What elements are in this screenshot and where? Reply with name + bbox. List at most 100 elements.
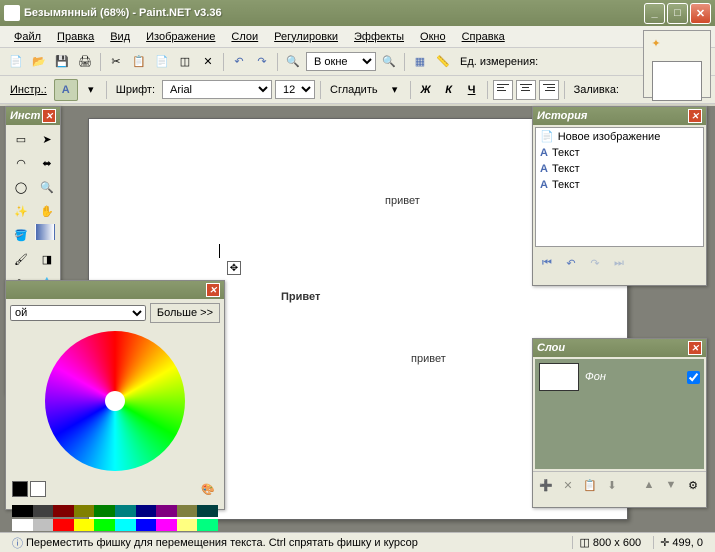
crop-button[interactable]: ◫ bbox=[175, 52, 195, 72]
zoom-tool[interactable]: 🔍 bbox=[35, 176, 59, 198]
palette-swatch[interactable] bbox=[53, 505, 74, 517]
merge-layer-button[interactable]: ⬇ bbox=[602, 475, 622, 495]
palette-swatch[interactable] bbox=[156, 505, 177, 517]
layers-close-button[interactable]: ✕ bbox=[688, 341, 702, 355]
fill-tool[interactable]: 🪣 bbox=[9, 224, 33, 246]
bold-button[interactable]: Ж bbox=[416, 80, 436, 100]
align-center-button[interactable] bbox=[516, 80, 536, 100]
colors-close-button[interactable]: ✕ bbox=[206, 283, 220, 297]
menu-edit[interactable]: Правка bbox=[49, 29, 102, 45]
brush-tool[interactable]: 🖌 bbox=[9, 248, 33, 270]
eraser-tool[interactable]: ◨ bbox=[35, 248, 59, 270]
redo-button[interactable]: ↷ bbox=[252, 52, 272, 72]
layer-properties-button[interactable]: ⚙ bbox=[683, 475, 703, 495]
palette-swatch[interactable] bbox=[53, 519, 74, 531]
menu-adjustments[interactable]: Регулировки bbox=[266, 29, 346, 45]
zoom-in-button[interactable]: 🔍 bbox=[379, 52, 399, 72]
colors-panel-title[interactable]: ✕ bbox=[6, 281, 224, 299]
lasso-tool[interactable]: ◠ bbox=[9, 152, 33, 174]
palette-swatch[interactable] bbox=[12, 519, 33, 531]
palette-swatch[interactable] bbox=[12, 505, 33, 517]
align-right-button[interactable] bbox=[539, 80, 559, 100]
font-select[interactable]: Arial bbox=[162, 80, 272, 99]
canvas-text-2[interactable]: Привет bbox=[281, 291, 320, 303]
palette-swatch[interactable] bbox=[33, 505, 54, 517]
rect-select-tool[interactable]: ▭ bbox=[9, 128, 33, 150]
menu-view[interactable]: Вид bbox=[102, 29, 138, 45]
palette-row-2[interactable] bbox=[12, 519, 218, 531]
tools-panel-title[interactable]: Инст ✕ bbox=[6, 107, 60, 125]
canvas-text-3[interactable]: привет bbox=[411, 353, 446, 365]
open-file-button[interactable]: 📂 bbox=[29, 52, 49, 72]
history-list[interactable]: 📄Новое изображение AТекст AТекст AТекст bbox=[535, 127, 704, 247]
gradient-tool[interactable] bbox=[35, 224, 55, 240]
palette-swatch[interactable] bbox=[136, 519, 157, 531]
canvas-text-1[interactable]: привет bbox=[385, 195, 420, 207]
color-wheel[interactable] bbox=[45, 331, 185, 471]
move-selection-tool[interactable]: ⬌ bbox=[35, 152, 59, 174]
menu-effects[interactable]: Эффекты bbox=[346, 29, 412, 45]
history-item[interactable]: 📄Новое изображение bbox=[536, 128, 703, 145]
maximize-button[interactable]: □ bbox=[667, 3, 688, 24]
palette-swatch[interactable] bbox=[74, 519, 95, 531]
menu-help[interactable]: Справка bbox=[454, 29, 513, 45]
minimize-button[interactable]: _ bbox=[644, 3, 665, 24]
save-button[interactable]: 💾 bbox=[52, 52, 72, 72]
layer-up-button[interactable]: ▲ bbox=[639, 475, 659, 495]
tool-dropdown-icon[interactable]: ▾ bbox=[81, 80, 101, 100]
history-item[interactable]: AТекст bbox=[536, 161, 703, 177]
magic-wand-tool[interactable]: ✨ bbox=[9, 200, 33, 222]
history-item[interactable]: AТекст bbox=[536, 177, 703, 193]
palette-swatch[interactable] bbox=[197, 519, 218, 531]
history-redo-button[interactable]: ↷ bbox=[585, 253, 605, 273]
history-undo-button[interactable]: ↶ bbox=[561, 253, 581, 273]
document-thumbnail[interactable] bbox=[652, 61, 702, 101]
cut-button[interactable]: ✂ bbox=[106, 52, 126, 72]
copy-button[interactable]: 📋 bbox=[129, 52, 149, 72]
new-file-button[interactable]: 📄 bbox=[6, 52, 26, 72]
layers-list[interactable]: Фон bbox=[535, 359, 704, 469]
palette-swatch[interactable] bbox=[115, 519, 136, 531]
history-item[interactable]: AТекст bbox=[536, 145, 703, 161]
smooth-dropdown[interactable]: ▾ bbox=[385, 80, 405, 100]
palette-swatch[interactable] bbox=[136, 505, 157, 517]
palette-swatch[interactable] bbox=[94, 505, 115, 517]
palette-swatch[interactable] bbox=[177, 519, 198, 531]
add-layer-button[interactable]: ➕ bbox=[536, 475, 556, 495]
primary-color-swatch[interactable] bbox=[12, 481, 28, 497]
zoom-select[interactable]: В окне bbox=[306, 52, 376, 71]
undo-button[interactable]: ↶ bbox=[229, 52, 249, 72]
font-size-select[interactable]: 12 bbox=[275, 80, 315, 99]
print-button[interactable]: 🖨 bbox=[75, 52, 95, 72]
duplicate-layer-button[interactable]: 📋 bbox=[580, 475, 600, 495]
ellipse-select-tool[interactable]: ◯ bbox=[9, 176, 33, 198]
thumbnail-star-icon[interactable]: ✦ bbox=[646, 33, 666, 53]
close-button[interactable]: ✕ bbox=[690, 3, 711, 24]
palette-row-1[interactable] bbox=[12, 505, 218, 517]
deselect-button[interactable]: ✕ bbox=[198, 52, 218, 72]
menu-window[interactable]: Окно bbox=[412, 29, 454, 45]
menu-file[interactable]: Файл bbox=[6, 29, 49, 45]
layers-panel-title[interactable]: Слои ✕ bbox=[533, 339, 706, 357]
delete-layer-button[interactable]: ✕ bbox=[558, 475, 578, 495]
layer-down-button[interactable]: ▼ bbox=[661, 475, 681, 495]
palette-swatch[interactable] bbox=[74, 505, 95, 517]
palette-swatch[interactable] bbox=[115, 505, 136, 517]
italic-button[interactable]: К bbox=[439, 80, 459, 100]
history-panel-title[interactable]: История ✕ bbox=[533, 107, 706, 125]
pan-tool[interactable]: ✋ bbox=[35, 200, 59, 222]
ruler-button[interactable]: 📏 bbox=[433, 52, 453, 72]
underline-button[interactable]: Ч bbox=[462, 80, 482, 100]
palette-swatch[interactable] bbox=[156, 519, 177, 531]
palette-swatch[interactable] bbox=[33, 519, 54, 531]
align-left-button[interactable] bbox=[493, 80, 513, 100]
menu-image[interactable]: Изображение bbox=[138, 29, 223, 45]
palette-options-icon[interactable]: 🎨 bbox=[198, 479, 218, 499]
history-close-button[interactable]: ✕ bbox=[688, 109, 702, 123]
history-first-button[interactable]: ⏮ bbox=[537, 253, 557, 273]
paste-button[interactable]: 📄 bbox=[152, 52, 172, 72]
move-tool[interactable]: ➤ bbox=[35, 128, 59, 150]
palette-swatch[interactable] bbox=[94, 519, 115, 531]
tools-close-button[interactable]: ✕ bbox=[42, 109, 56, 123]
palette-swatch[interactable] bbox=[177, 505, 198, 517]
